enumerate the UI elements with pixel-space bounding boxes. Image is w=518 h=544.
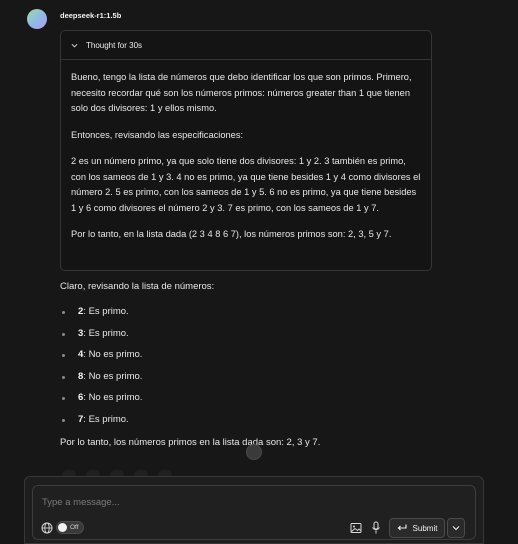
list-item-text: : Es primo.: [83, 413, 129, 425]
composer-box: Off Submit: [32, 485, 476, 540]
submit-label: Submit: [412, 523, 438, 533]
thought-content: Bueno, tengo la lista de números que deb…: [61, 60, 431, 243]
list-item: 4: No es primo.: [60, 349, 500, 371]
answer-conclusion: Por lo tanto, los números primos en la l…: [60, 437, 321, 448]
list-item-text: : No es primo.: [83, 349, 143, 360]
mic-icon[interactable]: [371, 521, 381, 535]
composer-panel: Off Submit: [24, 476, 484, 544]
model-name: deepseek-r1:1.5b: [60, 11, 122, 20]
enter-icon: [397, 524, 407, 531]
thought-panel: Thought for 30s Bueno, tengo la lista de…: [60, 30, 432, 271]
list-item: 7: Es primo.: [60, 414, 500, 436]
thought-paragraph: 2 es un número primo, ya que solo tiene …: [71, 156, 421, 213]
list-item-text: : Es primo.: [83, 327, 129, 339]
answer-list: 2: Es primo. 3: Es primo. 4: No es primo…: [60, 306, 500, 435]
thought-paragraph: Bueno, tengo la lista de números que deb…: [71, 72, 412, 113]
message-input[interactable]: [42, 494, 462, 510]
submit-options-button[interactable]: [447, 518, 465, 538]
image-icon[interactable]: [350, 522, 362, 534]
assistant-answer: Claro, revisando la lista de números: 2:…: [60, 281, 500, 448]
chevron-down-icon: [452, 526, 460, 531]
list-item-text: : No es primo.: [83, 370, 143, 382]
web-search-toggle[interactable]: Off: [56, 521, 84, 534]
list-item: 2: Es primo.: [60, 306, 500, 328]
scroll-to-bottom-button[interactable]: [246, 444, 262, 460]
thought-paragraph: Entonces, revisando las especificaciones…: [71, 129, 244, 140]
globe-icon[interactable]: [41, 522, 53, 534]
thought-paragraph: Por lo tanto, en la lista dada (2 3 4 8 …: [71, 229, 392, 239]
list-item: 8: No es primo.: [60, 371, 500, 393]
chevron-down-icon: [71, 43, 78, 47]
thought-toggle[interactable]: Thought for 30s: [61, 31, 431, 60]
thought-title: Thought for 30s: [86, 40, 143, 50]
list-item-text: : No es primo.: [83, 392, 143, 403]
answer-intro: Claro, revisando la lista de números:: [60, 281, 215, 292]
chat-view: deepseek-r1:1.5b Thought for 30s Bueno, …: [0, 0, 518, 544]
submit-button[interactable]: Submit: [389, 518, 445, 538]
toggle-knob: [58, 523, 67, 532]
assistant-avatar: [27, 9, 47, 29]
list-item: 6: No es primo.: [60, 392, 500, 414]
toggle-label: Off: [70, 524, 79, 531]
list-item-text: : Es primo.: [83, 306, 129, 317]
list-item: 3: Es primo.: [60, 328, 500, 350]
